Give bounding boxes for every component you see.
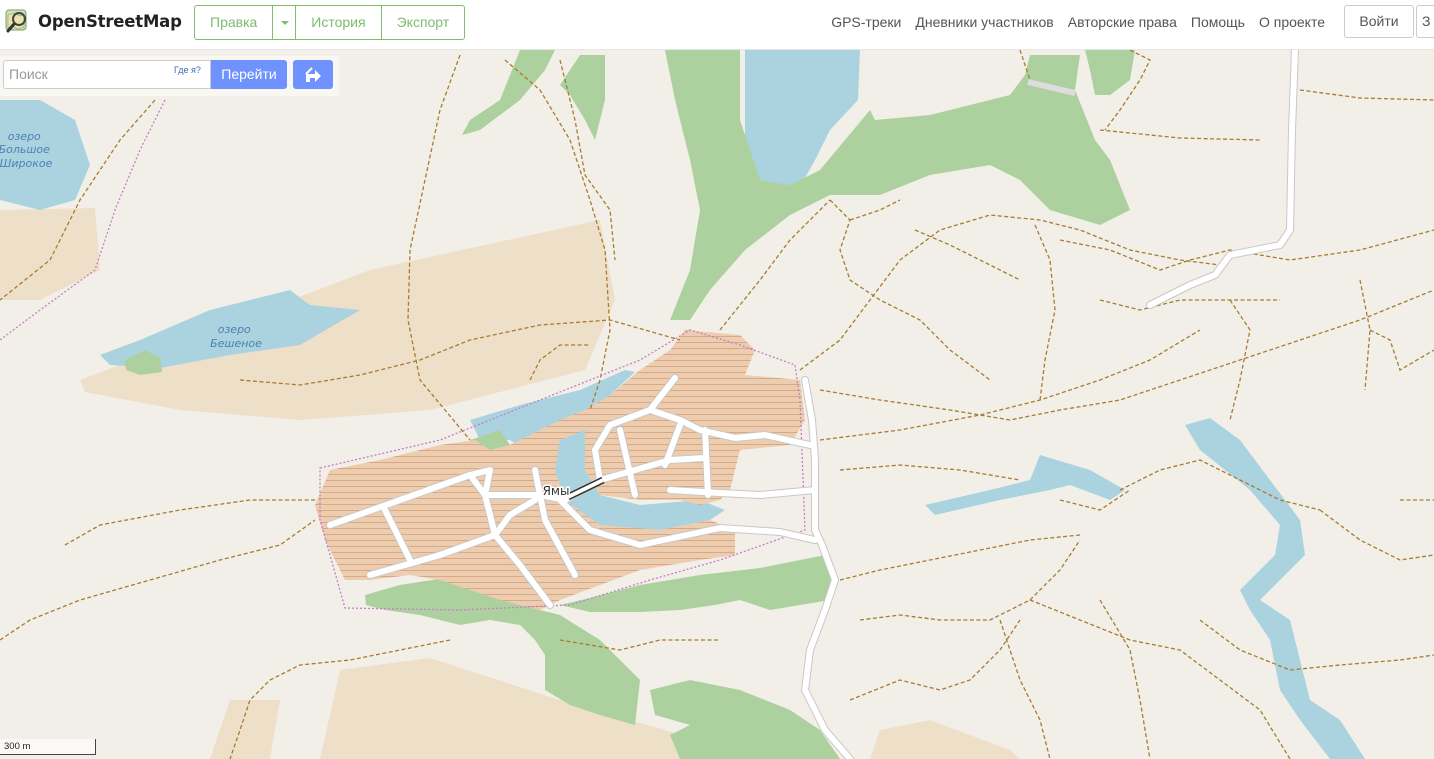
map-canvas[interactable]: озеро Большое Широкое озеро Бешеное Ямы [0,50,1434,759]
osm-logo-icon [5,9,27,33]
signup-button[interactable]: З [1416,5,1434,38]
nav-help[interactable]: Помощь [1191,14,1245,30]
nav-copyright[interactable]: Авторские права [1068,14,1177,30]
map-scale: 300 m [0,739,96,755]
nav-user-diaries[interactable]: Дневники участников [915,14,1053,30]
nav-about[interactable]: О проекте [1259,14,1325,30]
search-bar: Поиск Где я? Перейти [0,56,339,96]
login-button[interactable]: Войти [1344,5,1414,38]
logo-text: OpenStreetMap [38,11,182,31]
secondary-nav: GPS-треки Дневники участников Авторские … [817,0,1325,44]
export-button[interactable]: Экспорт [380,6,465,39]
search-go-button[interactable]: Перейти [211,60,287,89]
logo[interactable]: OpenStreetMap [4,7,182,35]
header: OpenStreetMap Правка История Экспорт GPS… [0,0,1434,50]
edit-button-group: Правка История Экспорт [194,5,466,40]
directions-icon [305,67,321,82]
chevron-down-icon [281,21,290,25]
history-button[interactable]: История [295,6,380,39]
directions-button[interactable] [293,60,333,89]
village-label-yamy: Ямы [543,484,570,498]
nav-gps-traces[interactable]: GPS-треки [831,14,901,30]
edit-button[interactable]: Правка [195,6,272,39]
where-am-i-link[interactable]: Где я? [174,65,201,75]
edit-dropdown-button[interactable] [272,6,295,39]
